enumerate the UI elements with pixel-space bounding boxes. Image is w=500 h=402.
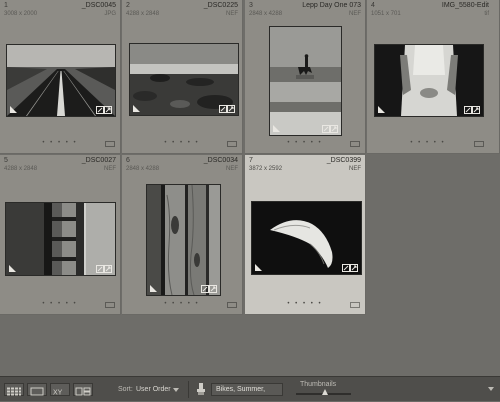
compare-view-button[interactable]: XY (50, 383, 70, 397)
edit-badge-icon[interactable] (201, 285, 217, 293)
loupe-view-icon (30, 387, 44, 396)
cell-index: 7 (249, 157, 253, 164)
rating-dots[interactable]: • • • • • (245, 140, 365, 146)
chevron-down-icon[interactable] (173, 388, 179, 392)
cell-filename: _DSC0034 (203, 157, 238, 164)
cell-filename: IMG_5580-Edit (441, 2, 489, 9)
cell-index: 5 (4, 157, 8, 164)
cell-dimensions: 1051 x 701 (371, 11, 401, 17)
edit-badge-icon[interactable] (96, 106, 112, 114)
cell-dimensions: 3872 x 2592 (249, 166, 283, 172)
separator (188, 381, 189, 398)
grid-cell-selected[interactable]: 7 _DSC0399 3872 x 2592 NEF • • • • • (245, 155, 366, 315)
survey-view-button[interactable] (73, 383, 93, 396)
thumbnail-grid: 1 _DSC0045 3008 x 2000 JPG • • • • • 2 _… (0, 0, 500, 376)
rating-dots[interactable]: • • • • • (245, 301, 365, 307)
cell-file-type: NEF (226, 11, 238, 17)
cell-file-type: tif (484, 11, 489, 17)
cell-badge-icon (474, 141, 484, 147)
thumbnails-label: Thumbnails (300, 381, 337, 388)
keyword-value: Bikes, Summer, (216, 386, 266, 393)
painter-icon[interactable] (196, 383, 206, 396)
cell-file-type: NEF (349, 166, 361, 172)
survey-view-icon (75, 387, 91, 396)
thumbnail-calla-lily[interactable] (251, 201, 362, 275)
rating-dots[interactable]: • • • • • (0, 140, 120, 146)
cell-badge-icon (227, 302, 237, 308)
cell-badge-icon (227, 141, 237, 147)
cell-index: 1 (4, 2, 8, 9)
slider-handle[interactable] (322, 389, 328, 395)
edit-badge-icon[interactable] (464, 106, 480, 114)
grid-cell[interactable]: 4 IMG_5580-Edit 1051 x 701 tif • • • • • (367, 0, 500, 154)
cell-dimensions: 3008 x 2000 (4, 11, 38, 17)
thumbnail-rocky-shore[interactable] (129, 43, 239, 116)
cell-badge-icon (350, 141, 360, 147)
cell-index: 3 (249, 2, 253, 9)
library-toolbar: XY Sort: User Order Bikes, Summer, Thumb… (0, 376, 500, 401)
rating-dots[interactable]: • • • • • (367, 140, 489, 146)
edit-badge-icon[interactable] (342, 264, 358, 272)
edit-badge-icon[interactable] (96, 265, 112, 273)
loupe-view-button[interactable] (27, 383, 47, 396)
rating-dots[interactable]: • • • • • (122, 140, 242, 146)
cell-index: 4 (371, 2, 375, 9)
grid-cell[interactable]: 3 Lepp Day One 073 2848 x 4288 NEF • • •… (245, 0, 366, 154)
cell-index: 2 (126, 2, 130, 9)
grid-cell[interactable]: 1 _DSC0045 3008 x 2000 JPG • • • • • (0, 0, 121, 154)
edit-badge-icon[interactable] (322, 125, 338, 133)
chevron-down-icon[interactable] (488, 387, 494, 391)
cell-filename: _DSC0399 (326, 157, 361, 164)
cell-file-type: NEF (349, 11, 361, 17)
cell-filename: _DSC0027 (81, 157, 116, 164)
cell-filename: _DSC0225 (203, 2, 238, 9)
grid-cell[interactable]: 5 _DSC0027 4288 x 2848 NEF • • • • • (0, 155, 121, 315)
rating-dots[interactable]: • • • • • (0, 301, 120, 307)
sort-dropdown[interactable]: User Order (136, 386, 171, 393)
cell-filename: _DSC0045 (81, 2, 116, 9)
cell-file-type: JPG (104, 11, 116, 17)
grid-view-button[interactable] (4, 383, 24, 396)
sort-label: Sort: (118, 386, 133, 393)
cell-dimensions: 2848 x 4288 (249, 11, 283, 17)
cell-index: 6 (126, 157, 130, 164)
grid-view-icon (7, 387, 21, 396)
thumbnail-ladder[interactable] (5, 202, 116, 276)
cell-file-type: NEF (104, 166, 116, 172)
rating-dots[interactable]: • • • • • (122, 301, 242, 307)
edit-badge-icon[interactable] (219, 105, 235, 113)
thumbnail-road[interactable] (6, 44, 116, 117)
cell-file-type: NEF (226, 166, 238, 172)
cell-dimensions: 4288 x 2848 (4, 166, 38, 172)
thumbnail-wood-texture[interactable] (146, 184, 221, 296)
cell-badge-icon (350, 302, 360, 308)
cell-dimensions: 4288 x 2848 (126, 11, 160, 17)
grid-cell[interactable]: 2 _DSC0225 4288 x 2848 NEF • • • • • (122, 0, 243, 154)
keyword-field[interactable]: Bikes, Summer, (211, 383, 283, 396)
cell-badge-icon (105, 302, 115, 308)
compare-view-icon: XY (53, 390, 63, 397)
grid-cell[interactable]: 6 _DSC0034 2848 x 4288 NEF • • • • • (122, 155, 243, 315)
svg-text:XY: XY (53, 390, 63, 397)
cell-badge-icon (105, 141, 115, 147)
thumbnail-bride[interactable] (374, 44, 484, 117)
cell-dimensions: 2848 x 4288 (126, 166, 160, 172)
cell-filename: Lepp Day One 073 (302, 2, 361, 9)
thumbnail-horse-beach[interactable] (269, 26, 342, 136)
